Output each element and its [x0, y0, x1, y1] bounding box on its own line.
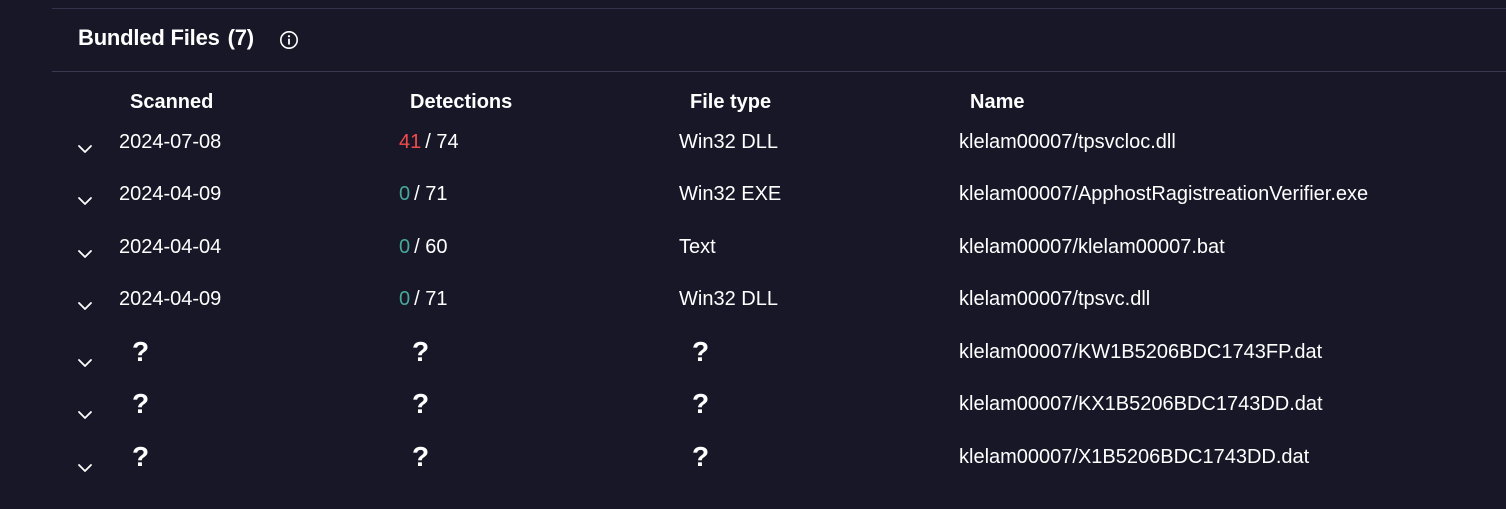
scanned-date: ? [132, 441, 150, 472]
table-row[interactable]: 2024-04-09 0/ 71 Win32 EXE klelam00007/Apph… [52, 182, 1506, 234]
chevron-down-icon[interactable] [76, 354, 94, 372]
section-title-text: Bundled Files [78, 25, 220, 50]
column-header-detections[interactable]: Detections [410, 91, 512, 114]
file-name-link[interactable]: klelam00007/X1B5206BDC1743DD.dat [959, 445, 1309, 469]
detections-total: / 60 [414, 236, 448, 258]
scanned-date: ? [132, 388, 150, 419]
detections-total: / 74 [425, 131, 459, 153]
file-type: ? [692, 388, 710, 419]
scanned-date: ? [132, 336, 150, 367]
file-name-link[interactable]: klelam00007/KW1B5206BDC1743FP.dat [959, 340, 1322, 364]
file-type: Win32 DLL [679, 288, 778, 310]
file-name-link[interactable]: klelam00007/ApphostRagistreationVerifier… [959, 182, 1368, 206]
chevron-down-icon[interactable] [76, 140, 94, 158]
file-name-link[interactable]: klelam00007/tpsvc.dll [959, 287, 1150, 311]
info-circle-icon[interactable] [279, 30, 299, 50]
bundled-files-panel: Bundled Files (7) Scanned Detections File… [52, 8, 1506, 509]
scanned-date: 2024-04-04 [119, 236, 222, 258]
table-row[interactable]: ??? klelam00007/KX1B5206BDC1743DD.dat [52, 388, 1506, 444]
chevron-down-icon[interactable] [76, 245, 94, 263]
detections-unknown: ? [412, 388, 430, 419]
file-name-link[interactable]: klelam00007/KX1B5206BDC1743DD.dat [959, 392, 1323, 416]
chevron-down-icon[interactable] [76, 297, 94, 315]
file-type: ? [692, 441, 710, 472]
detections-unknown: ? [412, 441, 430, 472]
chevron-down-icon[interactable] [76, 406, 94, 424]
detections-ratio: 41/ 74 [399, 130, 459, 154]
column-header-scanned[interactable]: Scanned [130, 91, 213, 114]
file-type: Text [679, 236, 716, 258]
detections-total: / 71 [414, 288, 448, 310]
column-header-name[interactable]: Name [970, 91, 1024, 114]
table-row[interactable]: 2024-07-08 41/ 74 Win32 DLL klelam00007/tps… [52, 130, 1506, 182]
section-count: (7) [227, 25, 254, 50]
table-row[interactable]: 2024-04-09 0/ 71 Win32 DLL klelam00007/tpsv… [52, 287, 1506, 339]
detections-ratio: 0/ 71 [399, 287, 447, 311]
chevron-down-icon[interactable] [76, 459, 94, 477]
detections-count: 0 [399, 183, 411, 205]
file-type: ? [692, 336, 710, 367]
column-header-file-type[interactable]: File type [690, 91, 771, 114]
detections-ratio: 0/ 71 [399, 182, 447, 206]
file-name-link[interactable]: klelam00007/klelam00007.bat [959, 235, 1225, 259]
file-name-link[interactable]: klelam00007/tpsvcloc.dll [959, 130, 1176, 154]
chevron-down-icon[interactable] [76, 192, 94, 210]
table-row[interactable]: ??? klelam00007/X1B5206BDC1743DD.dat [52, 441, 1506, 497]
table-row[interactable]: 2024-04-04 0/ 60 Text klelam00007/klelam000… [52, 235, 1506, 287]
scanned-date: 2024-07-08 [119, 131, 222, 153]
file-type: Win32 DLL [679, 131, 778, 153]
table-row[interactable]: ??? klelam00007/KW1B5206BDC1743FP.dat [52, 336, 1506, 392]
scanned-date: 2024-04-09 [119, 288, 222, 310]
detections-unknown: ? [412, 336, 430, 367]
detections-count: 0 [399, 236, 411, 258]
detections-count: 41 [399, 131, 422, 153]
detections-total: / 71 [414, 183, 448, 205]
section-title: Bundled Files (7) [78, 25, 254, 51]
detections-count: 0 [399, 288, 411, 310]
scanned-date: 2024-04-09 [119, 183, 222, 205]
detections-ratio: 0/ 60 [399, 235, 447, 259]
section-header: Bundled Files (7) [52, 9, 1506, 72]
file-type: Win32 EXE [679, 183, 782, 205]
